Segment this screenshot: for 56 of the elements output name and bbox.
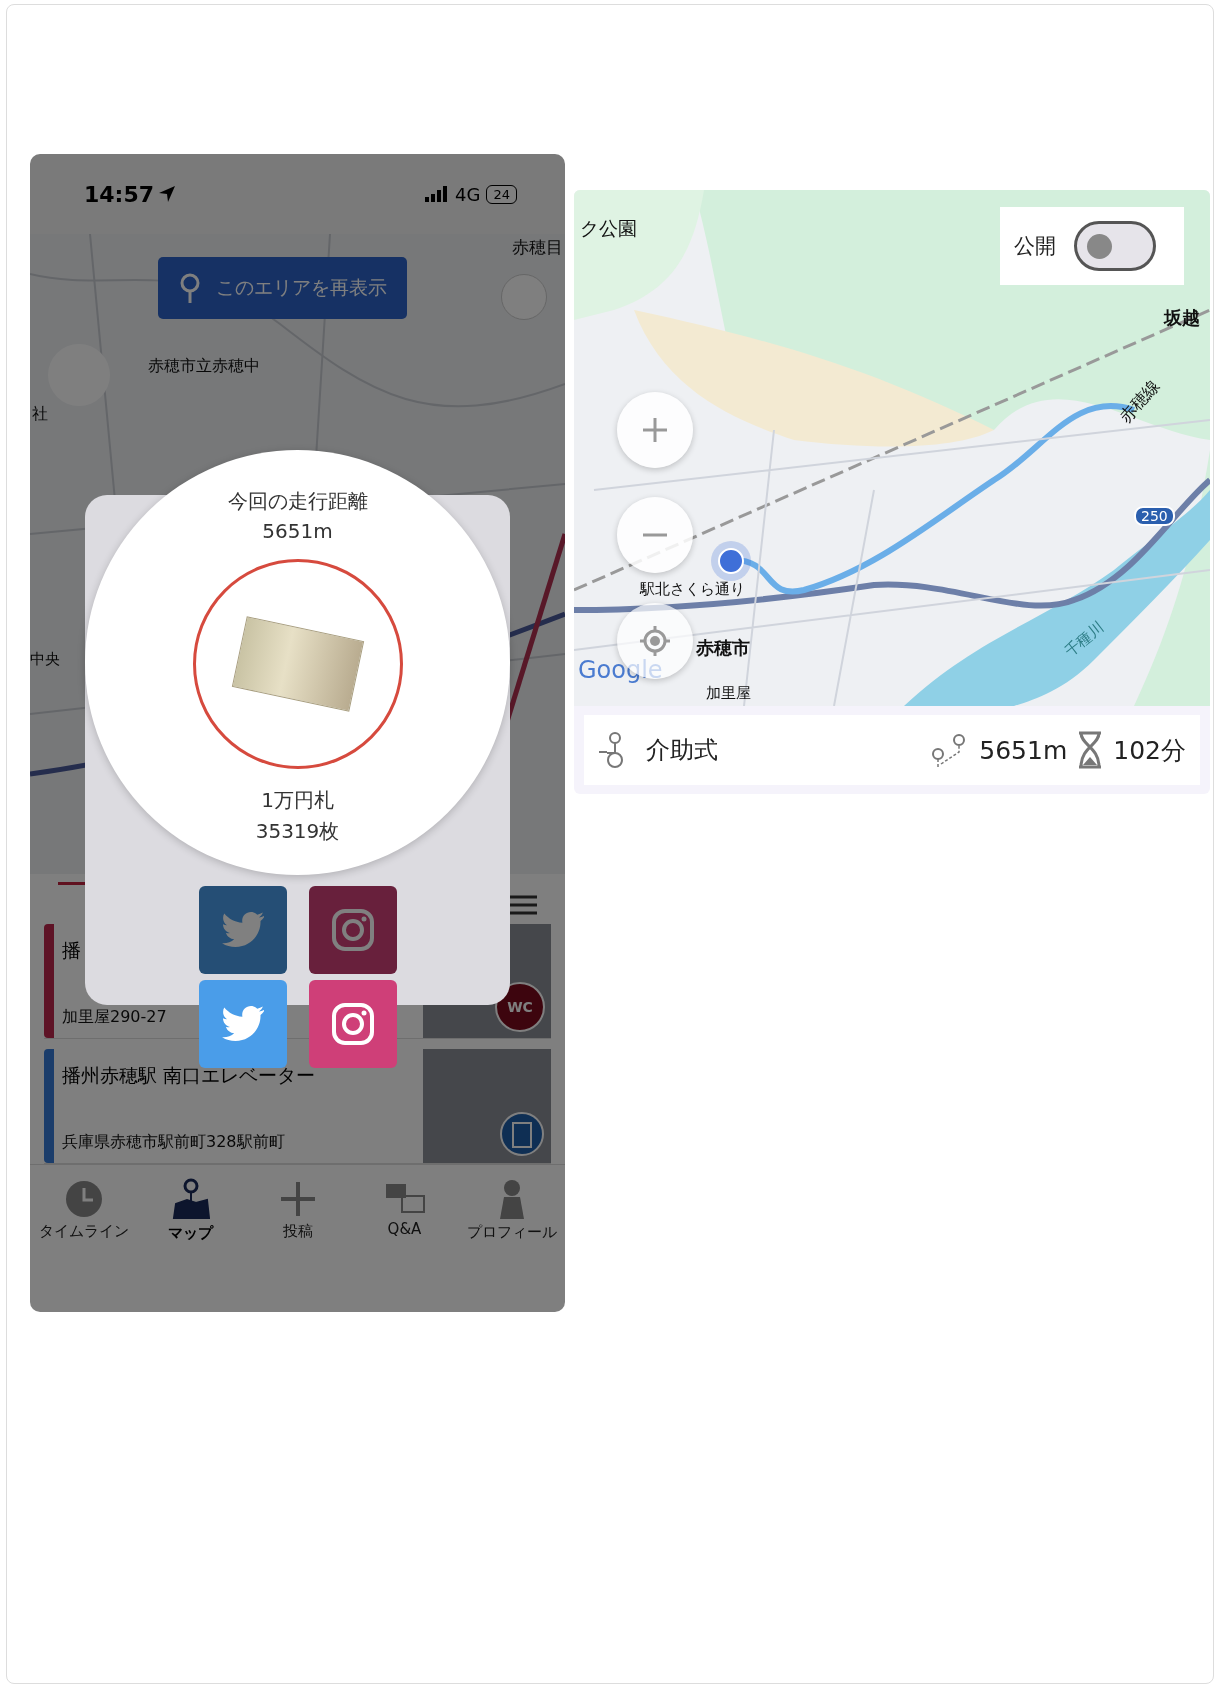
network-label: 4G: [455, 183, 481, 205]
map-label: 坂越: [1164, 306, 1200, 330]
result-title: 今回の走行距離: [227, 488, 368, 515]
chat-bubbles-icon: [384, 1182, 425, 1216]
location-arrow-icon: [158, 185, 177, 203]
map-label: 中央: [30, 650, 60, 669]
public-toggle[interactable]: [1074, 221, 1156, 271]
share-button[interactable]: [308, 980, 397, 1068]
nav-tab[interactable]: タイムライン: [30, 1165, 137, 1255]
route-distance: 5651m: [979, 735, 1068, 765]
hourglass-icon: [1077, 731, 1104, 769]
locate-icon: [640, 626, 670, 656]
toilet-badge: WC: [495, 982, 545, 1032]
clock-icon: [64, 1179, 103, 1218]
nav-tab[interactable]: プロフィール: [458, 1165, 565, 1255]
elevator-icon: [499, 1111, 545, 1157]
share-button[interactable]: [198, 886, 287, 974]
plus-icon: [642, 417, 668, 443]
place-title[interactable]: 播: [62, 938, 81, 964]
bird-icon: [220, 1006, 265, 1042]
map-pin-icon: [171, 1177, 210, 1220]
map-label: 250: [1134, 506, 1175, 526]
toggle-label: 公開: [1014, 233, 1056, 260]
place-title[interactable]: 播州赤穂駅 南口エレベーター: [62, 1063, 316, 1089]
assist-mode-label: 介助式: [646, 735, 719, 766]
route-duration: 102分: [1113, 734, 1186, 767]
nav-tab[interactable]: 投稿: [244, 1165, 351, 1255]
place-address: 兵庫県赤穂市駅前町328駅前町: [62, 1132, 285, 1153]
distance-value: 5651m: [262, 519, 333, 543]
map-label: 駅北さくら通り: [640, 580, 745, 599]
share-button[interactable]: [308, 886, 397, 974]
signal-icon: [425, 186, 450, 202]
battery-level: 24: [486, 184, 517, 204]
map-label: 赤穂市立赤穂中: [148, 356, 260, 377]
status-time: 14:57: [84, 181, 177, 207]
map-label: ク公園: [580, 216, 637, 241]
minus-icon: [642, 533, 668, 537]
map-label: 社: [32, 404, 48, 425]
camera-icon: [330, 1002, 375, 1046]
map-label: 赤穂線: [1113, 374, 1165, 429]
map-label: 加里屋: [706, 684, 751, 703]
camera-icon: [330, 908, 375, 952]
map-label: 赤穂目: [512, 236, 563, 259]
reload-area-button[interactable]: このエリアを再表示: [158, 257, 407, 319]
bird-icon: [220, 912, 265, 948]
map-label: 赤穂市: [696, 636, 750, 660]
plus-icon: [278, 1179, 317, 1218]
nav-tab[interactable]: マップ: [137, 1165, 244, 1255]
map-label: Google: [578, 656, 663, 684]
bill-count: 35319枚: [255, 818, 340, 845]
place-address: 加里屋290-27: [62, 1007, 167, 1028]
bill-label: 1万円札: [261, 787, 334, 814]
share-button[interactable]: [198, 980, 287, 1068]
nav-tab[interactable]: Q&A: [351, 1165, 458, 1255]
map-label: 千種川: [1060, 618, 1109, 661]
pin-icon: [178, 273, 202, 303]
